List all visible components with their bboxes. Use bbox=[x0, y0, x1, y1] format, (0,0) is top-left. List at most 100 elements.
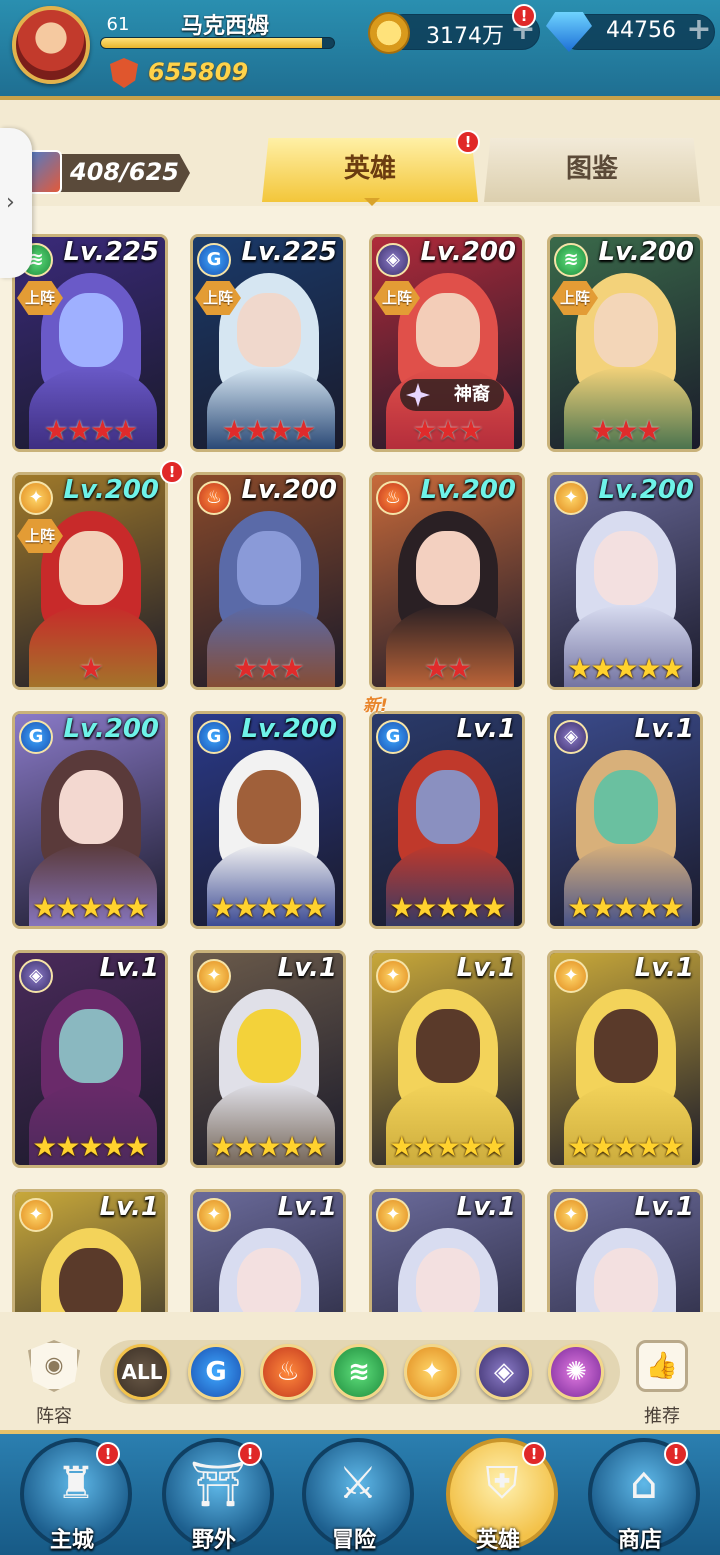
hero-card[interactable]: ◈ Lv.200 上阵 神裔 ★★★ bbox=[369, 234, 525, 452]
xp-bar bbox=[100, 37, 335, 49]
add-gems-button[interactable]: + bbox=[684, 15, 714, 46]
hero-face bbox=[237, 1248, 301, 1312]
hero-stars: ★★ bbox=[423, 652, 472, 685]
filter-all-button[interactable]: ALL bbox=[114, 1344, 170, 1400]
chevron-right-icon: › bbox=[6, 190, 15, 215]
tab-heroes[interactable]: 英雄 bbox=[262, 138, 478, 202]
filter-light-icon[interactable]: ✦ bbox=[404, 1344, 460, 1400]
player-avatar[interactable] bbox=[12, 6, 90, 84]
hero-level: Lv.1 bbox=[99, 1192, 159, 1222]
hero-stars: ★★★ bbox=[590, 414, 661, 447]
hero-stars: ★★★★★ bbox=[567, 1130, 685, 1163]
player-level: 61 bbox=[106, 14, 130, 35]
filter-fire-icon[interactable]: ♨ bbox=[260, 1344, 316, 1400]
hero-face bbox=[594, 531, 658, 605]
fire-element-icon: ♨ bbox=[197, 481, 231, 515]
hero-stars: ★★★★★ bbox=[389, 891, 507, 924]
tab-codex[interactable]: 图鉴 bbox=[484, 138, 700, 202]
hero-face bbox=[59, 1009, 123, 1083]
player-name: 马克西姆 bbox=[180, 14, 269, 39]
hero-face bbox=[237, 1009, 301, 1083]
hero-card[interactable]: ✦ Lv.1 bbox=[190, 1189, 346, 1312]
hero-level: Lv.1 bbox=[456, 953, 516, 983]
hero-stars: ★★★★ bbox=[221, 414, 316, 447]
hero-level: Lv.200 bbox=[420, 475, 516, 505]
hero-face bbox=[416, 770, 480, 844]
power-value: 655809 bbox=[148, 58, 249, 86]
hero-stars: ★ bbox=[78, 652, 103, 685]
dark-element-icon: ◈ bbox=[554, 720, 588, 754]
hero-face bbox=[237, 531, 301, 605]
hero-level: Lv.1 bbox=[634, 714, 694, 744]
light-element-icon: ✦ bbox=[554, 959, 588, 993]
gem-value: 44756 bbox=[606, 18, 676, 43]
new-hero-tag: 新! bbox=[363, 696, 388, 716]
hero-card[interactable]: ✦ Lv.1 ★★★★★ bbox=[369, 950, 525, 1168]
dark-element-icon: ◈ bbox=[19, 959, 53, 993]
water-element-icon: G bbox=[197, 243, 231, 277]
nav-label: 英雄 bbox=[475, 1528, 520, 1553]
hero-card[interactable]: ◈ Lv.1 ★★★★★ bbox=[547, 711, 703, 929]
filter-wind-icon[interactable]: ≋ bbox=[331, 1344, 387, 1400]
light-element-icon: ✦ bbox=[197, 1198, 231, 1232]
hero-face bbox=[237, 770, 301, 844]
hero-level: Lv.1 bbox=[99, 953, 159, 983]
collection-count: 408/625 bbox=[70, 158, 179, 186]
filter-dark-icon[interactable]: ◈ bbox=[476, 1344, 532, 1400]
gold-alert-icon: ! bbox=[512, 4, 536, 28]
hero-face bbox=[594, 293, 658, 367]
hero-card[interactable]: ✦ Lv.1 bbox=[547, 1189, 703, 1312]
lineup-shield-icon: ◉ bbox=[44, 1353, 64, 1378]
hero-card[interactable]: ✦ Lv.200 上阵 ★ bbox=[12, 472, 168, 690]
hero-face bbox=[59, 293, 123, 367]
light-element-icon: ✦ bbox=[376, 1198, 410, 1232]
hero-card[interactable]: ✦ Lv.200 ★★★★★ bbox=[547, 472, 703, 690]
nav-label: 野外 bbox=[191, 1528, 236, 1553]
hero-card[interactable]: ≋ Lv.225 上阵 ★★★★ bbox=[12, 234, 168, 452]
filter-water-icon[interactable]: G bbox=[188, 1344, 244, 1400]
recommend-label: 推荐 bbox=[644, 1406, 680, 1427]
nav-label: 商店 bbox=[617, 1528, 662, 1553]
tab-pointer-icon bbox=[364, 198, 380, 206]
hero-card[interactable]: ◈ Lv.1 ★★★★★ bbox=[12, 950, 168, 1168]
hero-stars: ★★★★★ bbox=[567, 652, 685, 685]
hero-card[interactable]: ≋ Lv.200 上阵 ★★★ bbox=[547, 234, 703, 452]
nav-label: 冒险 bbox=[331, 1528, 376, 1553]
hero-stars: ★★★★★ bbox=[32, 1130, 150, 1163]
hero-alert-icon: ! bbox=[160, 460, 184, 484]
hero-stars: ★★★★ bbox=[43, 414, 138, 447]
hero-level: Lv.200 bbox=[420, 237, 516, 267]
shop-icon: ⌂ bbox=[630, 1458, 658, 1509]
heroes-tab-alert-icon: ! bbox=[456, 130, 480, 154]
hero-stars: ★★★★★ bbox=[210, 1130, 328, 1163]
recommend-button[interactable]: 👍 bbox=[636, 1340, 688, 1392]
hero-card[interactable]: G Lv.1 ★★★★★ bbox=[369, 711, 525, 929]
hero-card[interactable]: ✦ Lv.1 ★★★★★ bbox=[190, 950, 346, 1168]
hero-card[interactable]: G Lv.200 ★★★★★ bbox=[12, 711, 168, 929]
hero-card[interactable]: ✦ Lv.1 bbox=[12, 1189, 168, 1312]
hero-card[interactable]: G Lv.225 上阵 ★★★★ bbox=[190, 234, 346, 452]
side-drawer-handle[interactable]: › bbox=[0, 128, 32, 278]
hero-level: Lv.1 bbox=[277, 1192, 337, 1222]
wind-element-icon: ≋ bbox=[554, 243, 588, 277]
hero-card[interactable]: ♨ Lv.200 ★★ bbox=[369, 472, 525, 690]
hero-level: Lv.225 bbox=[63, 237, 159, 267]
hero-stars: ★★★ bbox=[412, 414, 483, 447]
gold-coin-icon bbox=[368, 12, 410, 54]
nav-alert-icon: ! bbox=[96, 1442, 120, 1466]
hero-face bbox=[416, 531, 480, 605]
hero-face bbox=[416, 1248, 480, 1312]
water-element-icon: G bbox=[19, 720, 53, 754]
fire-element-icon: ♨ bbox=[376, 481, 410, 515]
dark-element-icon: ◈ bbox=[376, 243, 410, 277]
hero-level: Lv.1 bbox=[456, 714, 516, 744]
hero-card[interactable]: ♨ Lv.200 ★★★ bbox=[190, 472, 346, 690]
castle-icon: ♜ bbox=[56, 1458, 96, 1509]
light-element-icon: ✦ bbox=[554, 1198, 588, 1232]
hero-stars: ★★★★★ bbox=[389, 1130, 507, 1163]
hero-card[interactable]: ✦ Lv.1 bbox=[369, 1189, 525, 1312]
hero-card[interactable]: G Lv.200 ★★★★★ bbox=[190, 711, 346, 929]
filter-chaos-icon[interactable]: ✺ bbox=[548, 1344, 604, 1400]
hero-card[interactable]: ✦ Lv.1 ★★★★★ bbox=[547, 950, 703, 1168]
hero-face bbox=[59, 770, 123, 844]
